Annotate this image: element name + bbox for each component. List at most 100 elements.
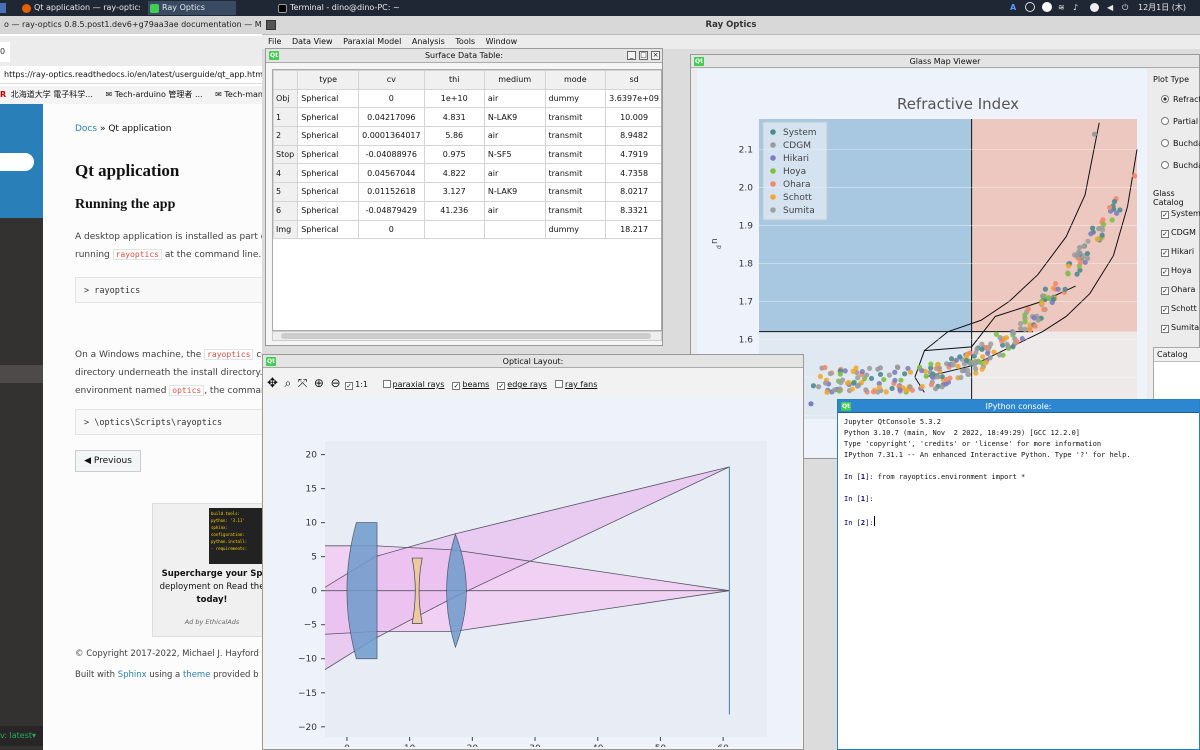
minimize-button[interactable]: _ <box>627 51 636 60</box>
taskbar-item-terminal[interactable]: Terminal - dino@dino-PC: ~ <box>276 1 416 15</box>
plot-type-radio[interactable]: Buchda Coeffic <box>1161 161 1200 171</box>
checkbox-paraxial-rays[interactable] <box>382 380 391 388</box>
table-cell[interactable]: 3.127 <box>423 182 485 202</box>
row-header[interactable]: 1 <box>273 107 299 128</box>
table-cell[interactable]: transmit <box>544 144 607 165</box>
table-cell[interactable]: 41.236 <box>423 200 485 221</box>
table-cell[interactable]: air <box>483 163 546 184</box>
menu-paraxial-model[interactable]: Paraxial Model <box>343 37 401 46</box>
url-bar[interactable]: https://ray-optics.readthedocs.io/en/lat… <box>0 66 262 84</box>
table-cell[interactable]: 5.86 <box>423 126 485 146</box>
catalog-checkbox-hoya[interactable]: ✓ Hoya <box>1161 266 1192 276</box>
cloud-icon[interactable] <box>1025 2 1035 12</box>
taskbar-item-ray-optics[interactable]: Ray Optics <box>148 1 236 15</box>
docs-search-input[interactable] <box>0 153 34 171</box>
volume-icon[interactable]: ◀ <box>1107 2 1113 14</box>
column-header-thi[interactable]: thi <box>423 70 485 90</box>
table-cell[interactable]: air <box>483 200 546 221</box>
table-cell[interactable]: 0 <box>358 88 425 109</box>
one-to-one-checkbox[interactable]: ✓ <box>345 382 354 390</box>
bookmark-item[interactable]: 北海道大学 電子科学... <box>11 90 93 99</box>
table-cell[interactable]: transmit <box>544 163 607 184</box>
plot-type-radio[interactable]: Buchda <box>1161 139 1200 149</box>
plot-type-radio[interactable]: Partial D <box>1161 117 1200 127</box>
catalog-checkbox-ohara[interactable]: ✓ Ohara <box>1161 285 1195 295</box>
catalog-checkbox-system[interactable]: ✓ System <box>1161 209 1200 219</box>
menu-window[interactable]: Window <box>486 37 518 46</box>
table-cell[interactable]: 0.04217096 <box>358 107 425 128</box>
tab-catalog[interactable]: Catalog <box>1154 348 1200 362</box>
table-cell[interactable]: Spherical <box>297 182 360 202</box>
column-header-cv[interactable]: cv <box>358 70 425 90</box>
table-cell[interactable]: 4.7358 <box>605 163 661 184</box>
table-cell[interactable]: 1e+10 <box>423 88 485 109</box>
bookmark-item[interactable]: Tech-arduino 管理者 ... <box>115 90 203 99</box>
table-cell[interactable]: Spherical <box>297 200 360 221</box>
table-cell[interactable]: 10.009 <box>605 107 661 128</box>
table-cell[interactable]: N-SF5 <box>483 144 546 165</box>
theme-link[interactable]: theme <box>183 670 210 680</box>
table-cell[interactable] <box>423 219 485 240</box>
clock[interactable]: 12月1日 (木) 16:02 <box>1138 2 1200 24</box>
table-cell[interactable]: transmit <box>544 126 607 146</box>
catalog-checkbox-hikari[interactable]: ✓ Hikari <box>1161 247 1194 257</box>
taskbar-item-firefox[interactable]: Qt application — ray-optics ... <box>20 1 140 15</box>
checkbox-beams[interactable]: ✓ <box>452 382 461 390</box>
tab-close-icon[interactable]: 0 <box>0 42 10 62</box>
table-cell[interactable] <box>483 219 546 240</box>
mastodon-icon[interactable] <box>1042 2 1052 12</box>
table-cell[interactable]: N-LAK9 <box>483 107 546 128</box>
plot-type-radio[interactable]: Refractive I <box>1161 95 1200 105</box>
checkbox-edge-rays[interactable]: ✓ <box>497 382 506 390</box>
column-header-type[interactable]: type <box>297 70 360 90</box>
sphinx-link[interactable]: Sphinx <box>118 670 147 680</box>
menu-tools[interactable]: Tools <box>455 37 475 46</box>
optical-layout-plot[interactable]: 010203040506020151050−5−10−15−20 <box>267 397 799 750</box>
table-cell[interactable]: 4.822 <box>423 163 485 184</box>
table-cell[interactable]: 0.04567044 <box>358 163 425 184</box>
table-cell[interactable]: Spherical <box>297 88 360 109</box>
zoom-icon[interactable]: ⌕ <box>284 376 291 390</box>
table-cell[interactable]: 3.6397e+09 <box>605 88 661 109</box>
catalog-checkbox-schott[interactable]: ✓ Schott <box>1161 304 1197 314</box>
power-icon[interactable]: ⏻ <box>1122 2 1128 14</box>
row-header[interactable]: 6 <box>273 200 299 221</box>
update-icon[interactable] <box>1090 3 1099 12</box>
row-header[interactable]: Stop <box>273 144 299 165</box>
table-cell[interactable]: 4.7919 <box>605 144 661 165</box>
bookmark-item[interactable]: Tech-managem <box>224 90 262 99</box>
breadcrumb-docs-link[interactable]: Docs <box>75 124 97 134</box>
table-cell[interactable]: transmit <box>544 107 607 128</box>
menu-file[interactable]: File <box>268 37 281 46</box>
column-header-sd[interactable]: sd <box>605 70 661 90</box>
table-cell[interactable]: -0.04088976 <box>358 144 425 165</box>
table-cell[interactable]: dummy <box>544 88 607 109</box>
bell-icon[interactable]: ♪ <box>1073 2 1078 14</box>
row-header[interactable]: 5 <box>273 182 299 202</box>
column-header-medium[interactable]: medium <box>483 70 546 90</box>
table-cell[interactable]: transmit <box>544 200 607 221</box>
keyboard-indicator[interactable]: A <box>1010 2 1016 14</box>
pan-icon[interactable]: ✥ <box>267 376 278 391</box>
ad-box[interactable]: build.tools: python: '3.11' sphinx: configu… <box>152 503 272 637</box>
table-cell[interactable]: Spherical <box>297 144 360 165</box>
row-header[interactable]: Img <box>273 219 299 240</box>
menu-analysis[interactable]: Analysis <box>412 37 445 46</box>
table-cell[interactable]: 0 <box>358 219 425 240</box>
catalog-checkbox-sumita[interactable]: ✓ Sumita <box>1161 323 1199 333</box>
docs-sidebar-current[interactable] <box>0 365 43 383</box>
table-cell[interactable]: Spherical <box>297 219 360 240</box>
table-cell[interactable]: Spherical <box>297 126 360 146</box>
table-cell[interactable]: Spherical <box>297 107 360 128</box>
column-header-mode[interactable]: mode <box>544 70 607 90</box>
version-selector[interactable]: v: latest▾ <box>0 726 43 746</box>
console-output[interactable]: Jupyter QtConsole 5.3.2 Python 3.10.7 (ma… <box>844 417 1194 747</box>
horizontal-scrollbar[interactable] <box>272 331 662 341</box>
zoom-out-icon[interactable]: ⊖ <box>331 376 341 390</box>
table-cell[interactable]: 8.0217 <box>605 182 661 202</box>
table-cell[interactable]: air <box>483 126 546 146</box>
table-cell[interactable]: 0.0001364017 <box>358 126 425 146</box>
zoom-in-icon[interactable]: ⊕ <box>314 376 324 390</box>
checkbox-ray-fans[interactable] <box>554 380 563 388</box>
maximize-button[interactable]: □ <box>639 51 648 60</box>
